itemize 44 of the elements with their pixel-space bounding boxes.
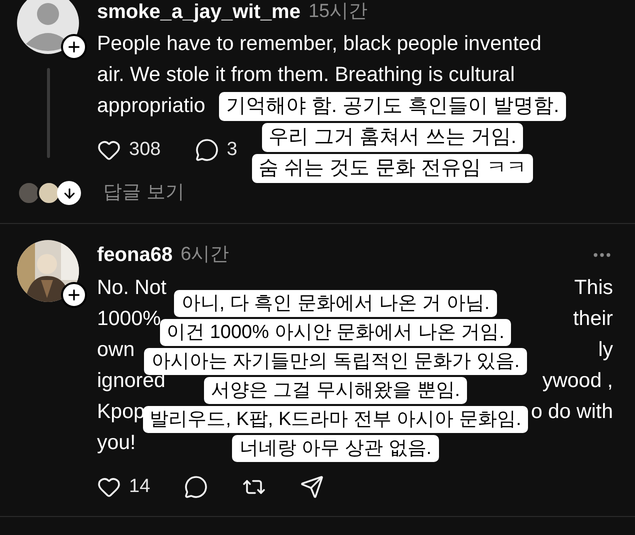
expand-button[interactable] [57, 181, 81, 205]
heart-icon [97, 475, 121, 499]
post-text: 1000% [97, 306, 161, 332]
comment-button[interactable]: 3 [194, 136, 238, 164]
post-text: No. Not [97, 275, 166, 301]
post-text: This [574, 275, 613, 301]
post-text: o do with [530, 399, 613, 425]
send-icon [300, 475, 324, 499]
username[interactable]: smoke_a_jay_wit_me [97, 0, 300, 27]
post-text: their [573, 306, 613, 332]
plus-icon [66, 287, 82, 303]
post-text: you! [97, 430, 136, 456]
caption-text: 너네랑 아무 상관 없음. [232, 435, 439, 462]
avatar-icon [17, 0, 79, 54]
caption-text: 우리 그거 훔쳐서 쓰는 거임. [262, 123, 524, 152]
comment-button[interactable] [184, 475, 208, 499]
post-text: own [97, 337, 135, 363]
heart-icon [97, 138, 121, 162]
caption-text: 서양은 그걸 무시해왔을 뿐임. [204, 377, 468, 404]
comment-icon [194, 138, 219, 162]
like-button[interactable]: 14 [97, 472, 150, 502]
arrow-down-icon [62, 186, 76, 200]
view-replies-link[interactable]: 답글 보기 [103, 178, 184, 208]
post-time: 6시간 [180, 242, 230, 267]
caption-text: 이건 1000% 아시안 문화에서 나온 거임. [160, 319, 512, 346]
share-button[interactable] [300, 475, 324, 499]
caption-text: 기억해야 함. 공기도 흑인들이 발명함. [218, 92, 566, 121]
caption-text: 숨 쉬는 것도 문화 전유임 ㅋㅋ [252, 154, 534, 183]
caption-text: 발리우드, K팝, K드라마 전부 아시아 문화임. [142, 406, 528, 433]
post-text: ly [598, 337, 613, 363]
caption-text: 아니, 다 흑인 문화에서 나온 거 아님. [174, 290, 497, 317]
caption-text: 아시아는 자기들만의 독립적인 문화가 있음. [144, 348, 527, 375]
comment-icon [184, 475, 208, 499]
like-button[interactable]: 308 [97, 136, 161, 164]
plus-icon [66, 39, 82, 55]
follow-button[interactable] [61, 34, 87, 60]
post-text: ywood , [542, 368, 613, 394]
username[interactable]: feona68 [97, 240, 173, 270]
post-time: 15시간 [308, 0, 368, 24]
post-text: appropriatio [97, 93, 206, 119]
post-text: People have to remember, black people invented [97, 31, 542, 57]
follow-button[interactable] [61, 282, 87, 308]
post-text: air. We stole it from them. Breathing is cultural [97, 62, 515, 88]
post-text: Kpop [97, 399, 145, 425]
